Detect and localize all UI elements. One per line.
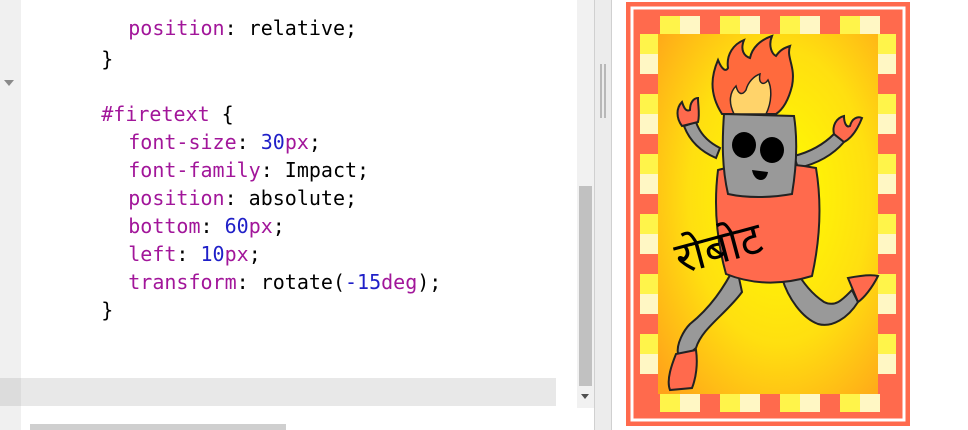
stripe-segment [800, 16, 820, 34]
stripe-segment [878, 214, 896, 234]
stripe-segment [680, 16, 700, 34]
robot-head [721, 112, 798, 198]
stripe-segment [640, 354, 658, 374]
robot-card: रोबोट [626, 2, 910, 426]
stripe-segment [878, 74, 896, 94]
stripe-segment [640, 274, 658, 294]
code-editor[interactable]: position: relative; } #firetext { font-s… [0, 0, 594, 430]
splitter-grip-icon[interactable] [600, 64, 606, 118]
stripe-segment [878, 54, 896, 74]
stripe-segment [720, 394, 740, 412]
code-line: position: relative; [128, 16, 358, 40]
gutter-active-line [0, 378, 21, 406]
css-value: relative [248, 16, 345, 40]
closing-brace: } [101, 47, 114, 71]
closing-brace: } [101, 298, 114, 322]
stripe-segment [640, 114, 658, 134]
stripe-segment [878, 374, 896, 394]
stripe-segment [780, 16, 800, 34]
stripe-segment [640, 34, 658, 54]
fold-arrow-icon[interactable] [4, 80, 14, 86]
stripe-segment [700, 394, 720, 412]
stripe-segment [860, 16, 880, 34]
stripe-segment [878, 294, 896, 314]
stripe-segment [640, 74, 658, 94]
stripe-segment [640, 234, 658, 254]
stripe-segment [640, 16, 660, 34]
stripe-segment [860, 394, 880, 412]
stripe-segment [878, 354, 896, 374]
stripe-segment [878, 254, 896, 274]
css-property: position [128, 16, 225, 40]
code-line: font-family: Impact; [128, 158, 370, 182]
stripe-segment [640, 294, 658, 314]
stripe-segment [840, 394, 860, 412]
robot-right-eye [760, 137, 784, 163]
css-unit: deg [381, 270, 418, 294]
code-line: left: 10px; [128, 242, 261, 266]
stripe-segment [878, 114, 896, 134]
stripe-segment [640, 154, 658, 174]
stripe-segment [800, 394, 820, 412]
robot-left-eye [732, 132, 756, 158]
stripe-segment [640, 94, 658, 114]
stripe-segment [878, 274, 896, 294]
stripe-segment [880, 394, 896, 412]
stripe-segment [700, 16, 720, 34]
stripe-segment [760, 16, 780, 34]
stripe-segment [840, 16, 860, 34]
stripe-segment [878, 334, 896, 354]
stripe-segment [640, 54, 658, 74]
stripe-segment [720, 16, 740, 34]
stripe-segment [878, 234, 896, 254]
stripe-segment [640, 214, 658, 234]
stripe-segment [740, 16, 760, 34]
css-function-close: ); [417, 270, 442, 294]
stripe-segment [878, 174, 896, 194]
stripe-segment [878, 314, 896, 334]
vertical-scrollbar[interactable] [577, 0, 594, 408]
stripe-segment [878, 94, 896, 114]
horizontal-scrollbar-thumb[interactable] [30, 424, 286, 430]
stripe-segment [820, 16, 840, 34]
pane-splitter[interactable] [594, 0, 612, 430]
stripe-segment [640, 394, 660, 412]
stripe-segment [640, 334, 658, 354]
code-line: transform: rotate(-15deg); [128, 270, 442, 294]
code-line: position: absolute; [128, 186, 358, 210]
stripe-segment [660, 16, 680, 34]
stripe-segment [880, 16, 896, 34]
stripe-segment [878, 34, 896, 54]
line-gutter [0, 0, 21, 430]
stripe-segment [878, 194, 896, 214]
css-property: transform [128, 270, 237, 294]
css-number: -15 [345, 270, 382, 294]
code-area[interactable]: position: relative; } #firetext { font-s… [21, 0, 577, 430]
css-function: rotate( [260, 270, 346, 294]
stripe-segment [640, 194, 658, 214]
stripe-segment [740, 394, 760, 412]
code-line: bottom: 60px; [128, 214, 285, 238]
stripe-segment [760, 394, 780, 412]
stripe-segment [640, 174, 658, 194]
scroll-down-arrow-icon[interactable] [581, 394, 589, 399]
stripe-segment [680, 394, 700, 412]
code-line: #firetext { [29, 72, 233, 126]
code-line: } [29, 17, 113, 71]
stripe-segment [640, 374, 658, 394]
code-line: } [29, 268, 113, 322]
stripe-segment [640, 134, 658, 154]
stripe-segment [878, 154, 896, 174]
stripe-segment [640, 314, 658, 334]
code-line: font-size: 30px; [128, 130, 321, 154]
stripe-segment [640, 254, 658, 274]
stripe-segment [820, 394, 840, 412]
stripe-segment [878, 134, 896, 154]
stripe-segment [660, 394, 680, 412]
scrollbar-thumb[interactable] [579, 186, 592, 386]
preview-pane: रोबोट [612, 0, 968, 430]
stripe-segment [780, 394, 800, 412]
